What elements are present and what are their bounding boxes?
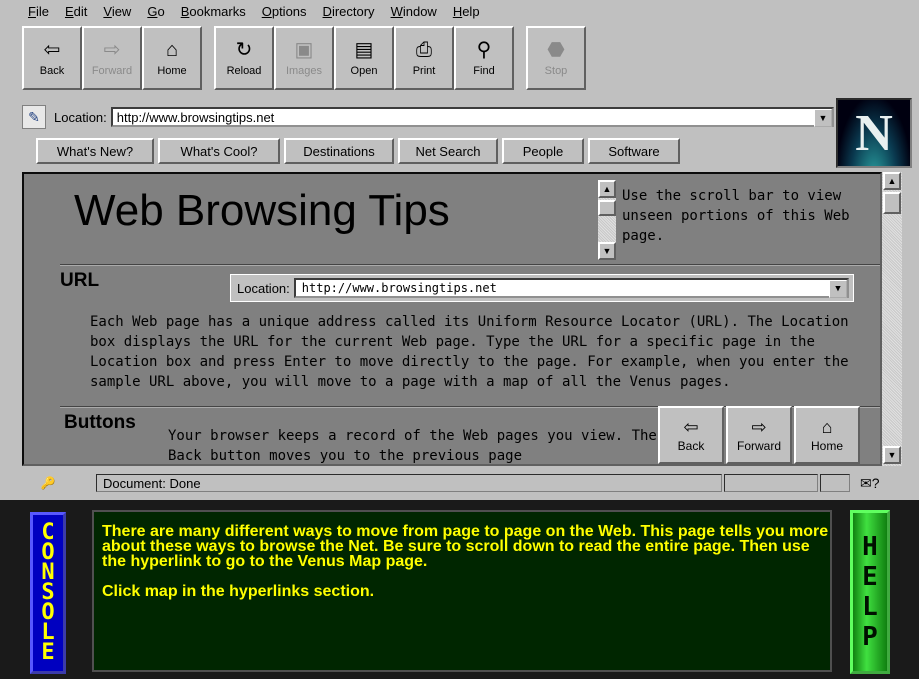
status-bar: 🔑 Document: Done ✉? [22, 472, 902, 494]
sample-location-box: Location: http://www.browsingtips.net ▼ [230, 274, 854, 302]
sample-back-button: ⇦ Back [658, 406, 724, 464]
url-paragraph: Each Web page has a unique address calle… [90, 314, 849, 390]
console-message: There are many different ways to move fr… [102, 523, 829, 570]
sample-location-field: http://www.browsingtips.net ▼ [293, 278, 849, 298]
bookmark-quickfile-icon[interactable]: ✎ [22, 105, 46, 129]
reload-icon: ↻ [235, 39, 253, 61]
page-title: Web Browsing Tips [74, 186, 450, 235]
buttons-paragraph: Your browser keeps a record of the Web p… [168, 428, 657, 464]
menu-go[interactable]: Go [139, 4, 172, 19]
find-button[interactable]: ⚲ Find [454, 26, 514, 90]
menu-view[interactable]: View [95, 4, 139, 19]
tip-scrollbar[interactable]: ▲ ▼ [598, 180, 616, 260]
status-text: Document: Done [96, 474, 722, 492]
mail-icon[interactable]: ✉? [860, 475, 880, 492]
tip-text: Use the scroll bar to view unseen portio… [622, 188, 850, 244]
tip-scroll-up-icon[interactable]: ▲ [598, 180, 616, 198]
home-button[interactable]: ⌂ Home [142, 26, 202, 90]
buttons-heading: Buttons [64, 412, 136, 433]
content-pane: Web Browsing Tips ▲ ▼ Use the scroll bar… [22, 172, 882, 466]
menu-window[interactable]: Window [383, 4, 445, 19]
scroll-down-icon[interactable]: ▼ [883, 446, 901, 464]
location-input[interactable]: http://www.browsingtips.net ▼ [110, 107, 834, 127]
tip-scroll-down-icon[interactable]: ▼ [598, 242, 616, 260]
security-key-icon[interactable]: 🔑 [22, 474, 74, 492]
home-icon: ⌂ [821, 417, 833, 437]
url-heading: URL [60, 270, 100, 291]
help-button[interactable]: H E L P [850, 510, 890, 674]
forward-button[interactable]: ⇨ Forward [82, 26, 142, 90]
sample-dropdown-icon: ▼ [829, 280, 847, 298]
whats-cool-button[interactable]: What's Cool? [158, 138, 280, 164]
binoculars-icon: ⚲ [476, 39, 492, 61]
images-icon: ▣ [294, 39, 314, 61]
directory-buttons: What's New? What's Cool? Destinations Ne… [36, 138, 684, 164]
back-button[interactable]: ⇦ Back [22, 26, 82, 90]
netscape-logo[interactable]: N [836, 98, 912, 168]
stop-button[interactable]: ⬣ Stop [526, 26, 586, 90]
location-label: Location: [54, 109, 107, 125]
menu-file[interactable]: File [0, 4, 57, 19]
scroll-thumb[interactable] [883, 192, 901, 214]
toolbar: ⇦ Back ⇨ Forward ⌂ Home ↻ Reload ▣ Images ▤ Op… [22, 26, 586, 92]
whats-new-button[interactable]: What's New? [36, 138, 154, 164]
divider [60, 264, 880, 266]
menu-help[interactable]: Help [445, 4, 488, 19]
console-label: C O N S O L E [30, 512, 66, 674]
sample-buttons: ⇦ Back ⇨ Forward ⌂ Home [658, 406, 862, 464]
location-bar: ✎ Location: http://www.browsingtips.net … [22, 104, 834, 130]
location-dropdown-icon[interactable]: ▼ [814, 109, 832, 127]
open-button[interactable]: ▤ Open [334, 26, 394, 90]
menu-options[interactable]: Options [254, 4, 315, 19]
console-frame: C O N S O L E There are many different w… [0, 500, 919, 679]
software-button[interactable]: Software [588, 138, 680, 164]
open-icon: ▤ [354, 39, 374, 61]
menu-bookmarks[interactable]: Bookmarks [173, 4, 254, 19]
sample-home-button: ⌂ Home [794, 406, 860, 464]
console-instruction: Click map in the hyperlinks section. [102, 583, 375, 600]
scroll-up-icon[interactable]: ▲ [883, 172, 901, 190]
destinations-button[interactable]: Destinations [284, 138, 394, 164]
forward-arrow-icon: ⇨ [751, 417, 767, 437]
people-button[interactable]: People [502, 138, 584, 164]
console-text-pane: There are many different ways to move fr… [92, 510, 832, 672]
print-button[interactable]: ⎙ Print [394, 26, 454, 90]
sample-forward-button: ⇨ Forward [726, 406, 792, 464]
printer-icon: ⎙ [416, 39, 432, 61]
menu-bar: File Edit View Go Bookmarks Options Dire… [0, 0, 919, 22]
progress-indicator [820, 474, 850, 492]
progress-bar [724, 474, 818, 492]
back-arrow-icon: ⇦ [43, 39, 61, 61]
forward-arrow-icon: ⇨ [103, 39, 121, 61]
menu-edit[interactable]: Edit [57, 4, 95, 19]
menu-directory[interactable]: Directory [315, 4, 383, 19]
home-icon: ⌂ [165, 39, 179, 61]
net-search-button[interactable]: Net Search [398, 138, 498, 164]
images-button[interactable]: ▣ Images [274, 26, 334, 90]
vertical-scrollbar[interactable]: ▲ ▼ [882, 172, 902, 466]
reload-button[interactable]: ↻ Reload [214, 26, 274, 90]
stop-icon: ⬣ [547, 39, 565, 61]
tip-scroll-thumb[interactable] [598, 200, 616, 216]
back-arrow-icon: ⇦ [683, 417, 699, 437]
